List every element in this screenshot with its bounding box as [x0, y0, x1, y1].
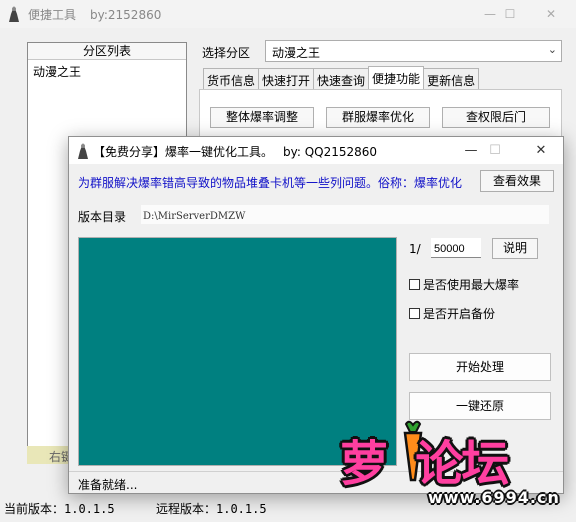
- backup-checkbox[interactable]: [409, 308, 420, 319]
- main-close-button[interactable]: ✕: [537, 4, 565, 24]
- status-remote-version: 远程版本：1.0.1.5: [156, 502, 267, 516]
- edge-mark: [0, 247, 4, 261]
- tab-quick-query[interactable]: 快速查询: [313, 68, 370, 89]
- dialog-title-text: 【免费分享】爆率一键优化工具。: [93, 145, 274, 159]
- status-current-version: 当前版本：1.0.1.5: [4, 502, 115, 516]
- main-title-text: 便捷工具: [28, 8, 77, 22]
- dialog-title: 【免费分享】爆率一键优化工具。 by: QQ2152860: [93, 143, 377, 160]
- max-droprate-checkbox[interactable]: [409, 279, 420, 290]
- main-maximize-button[interactable]: ☐: [490, 4, 530, 24]
- tab-update-info[interactable]: 更新信息: [423, 68, 480, 89]
- restore-button[interactable]: 一键还原: [409, 392, 551, 420]
- dialog-close-button[interactable]: ✕: [527, 141, 555, 161]
- version-dir-label: 版本目录: [78, 210, 127, 224]
- watermark-url: www.6994.cn: [428, 488, 560, 507]
- explain-button[interactable]: 说明: [492, 238, 538, 259]
- tab-currency-info[interactable]: 货币信息: [203, 68, 260, 89]
- overall-droprate-button[interactable]: 整体爆率调整: [210, 107, 314, 128]
- zone-select[interactable]: 动漫之王 ⌄: [265, 40, 562, 62]
- watermark-text: 萝 论坛: [340, 436, 509, 492]
- tab-convenience[interactable]: 便捷功能: [368, 66, 425, 89]
- max-droprate-label: 是否使用最大爆率: [423, 278, 520, 292]
- dialog-titlebar: 【免费分享】爆率一键优化工具。 by: QQ2152860 — ☐ ✕: [69, 137, 563, 164]
- backup-label: 是否开启备份: [423, 307, 496, 321]
- zone-select-label: 选择分区: [202, 46, 251, 60]
- watermark-logo: 萝 论坛 www.6994.cn: [330, 420, 576, 522]
- dialog-subtitle: by: QQ2152860: [283, 145, 378, 159]
- backup-checkbox-row[interactable]: 是否开启备份: [409, 305, 495, 322]
- main-tabs: 货币信息 快速打开 快速查询 便捷功能 更新信息: [203, 66, 480, 90]
- zone-list-header: 分区列表: [28, 43, 186, 60]
- app-icon: [9, 6, 19, 22]
- group-droprate-button[interactable]: 群服爆率优化: [326, 107, 430, 128]
- zone-list-item[interactable]: 动漫之王: [28, 60, 186, 80]
- zone-select-value: 动漫之王: [272, 46, 321, 60]
- dialog-maximize-button: ☐: [489, 143, 501, 158]
- main-title: 便捷工具 by:2152860: [28, 6, 161, 23]
- ratio-prefix: 1/: [409, 242, 421, 256]
- view-effect-button[interactable]: 查看效果: [480, 170, 554, 192]
- main-titlebar: 便捷工具 by:2152860 — ☐ ✕: [0, 0, 576, 28]
- app-icon: [78, 143, 88, 159]
- max-droprate-checkbox-row[interactable]: 是否使用最大爆率: [409, 276, 519, 293]
- chevron-down-icon: ⌄: [547, 43, 557, 56]
- main-subtitle: by:2152860: [90, 8, 162, 22]
- tab-quick-open[interactable]: 快速打开: [258, 68, 315, 89]
- start-process-button[interactable]: 开始处理: [409, 353, 551, 381]
- version-dir-input[interactable]: [141, 205, 549, 224]
- ratio-input[interactable]: [431, 238, 481, 258]
- check-backdoor-button[interactable]: 查权限后门: [442, 107, 550, 128]
- dialog-description: 为群服解决爆率错高导致的物品堆叠卡机等一些列问题。俗称：爆率优化: [78, 176, 463, 190]
